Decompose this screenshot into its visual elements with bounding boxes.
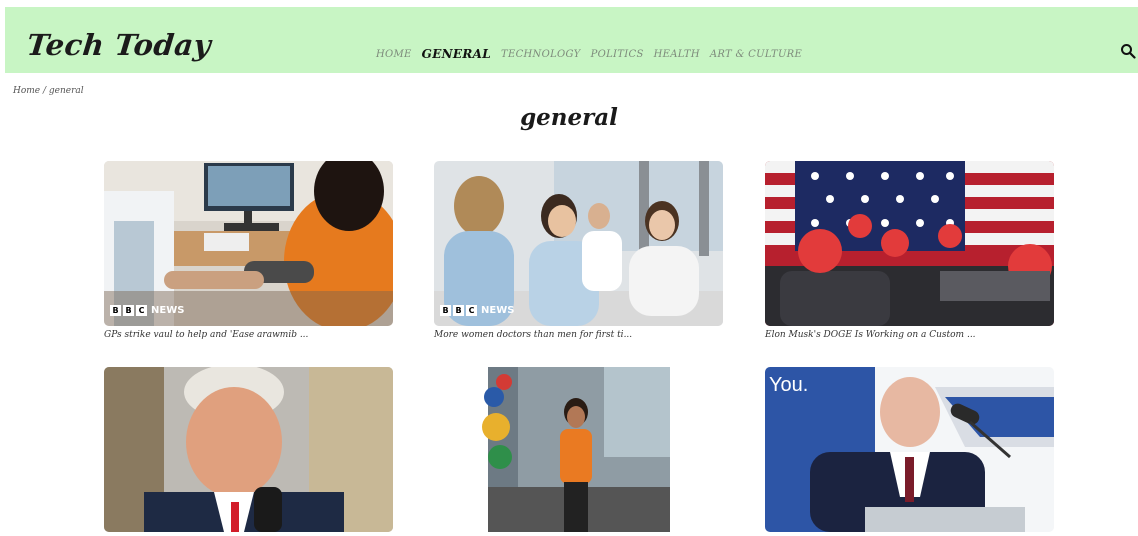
page-title: general: [520, 104, 618, 131]
article-card[interactable]: Elon Musk's DOGE Is Working on a Custom …: [765, 161, 1054, 340]
article-image-man-speaking[interactable]: [104, 367, 393, 532]
bbc-news-badge: BBC NEWS: [440, 305, 514, 316]
breadcrumb[interactable]: Home / general: [13, 86, 84, 96]
site-header: Tech Today HOME GENERAL TECHNOLOGY POLIT…: [5, 7, 1138, 73]
article-title[interactable]: Elon Musk's DOGE Is Working on a Custom …: [765, 330, 1054, 340]
article-card[interactable]: BBC NEWS More women doctors than men for…: [434, 161, 723, 340]
article-image-man-podium[interactable]: You.: [765, 367, 1054, 532]
article-title[interactable]: More women doctors than men for first ti…: [434, 330, 723, 340]
article-card[interactable]: You.: [765, 367, 1054, 536]
article-image-nurses[interactable]: BBC NEWS: [434, 161, 723, 326]
nav-technology[interactable]: TECHNOLOGY: [501, 49, 581, 61]
article-image-woman-office[interactable]: [434, 367, 723, 532]
svg-text:You.: You.: [769, 374, 808, 396]
article-image-blood-pressure[interactable]: BBC NEWS: [104, 161, 393, 326]
main-nav: HOME GENERAL TECHNOLOGY POLITICS HEALTH …: [376, 47, 802, 61]
article-card[interactable]: [104, 367, 393, 536]
nav-politics[interactable]: POLITICS: [591, 49, 644, 61]
article-title[interactable]: GPs strike vaul to help and 'Ease arawmi…: [104, 330, 393, 340]
nav-general[interactable]: GENERAL: [422, 47, 491, 61]
nav-home[interactable]: HOME: [376, 49, 412, 61]
nav-health[interactable]: HEALTH: [654, 49, 700, 61]
search-icon[interactable]: [1120, 43, 1136, 59]
article-card[interactable]: [434, 367, 723, 536]
article-card[interactable]: BBC NEWS GPs strike vaul to help and 'Ea…: [104, 161, 393, 340]
article-image-flag[interactable]: [765, 161, 1054, 326]
nav-art-culture[interactable]: ART & CULTURE: [710, 49, 802, 61]
bbc-news-badge: BBC NEWS: [110, 305, 184, 316]
site-logo[interactable]: Tech Today: [25, 28, 213, 62]
